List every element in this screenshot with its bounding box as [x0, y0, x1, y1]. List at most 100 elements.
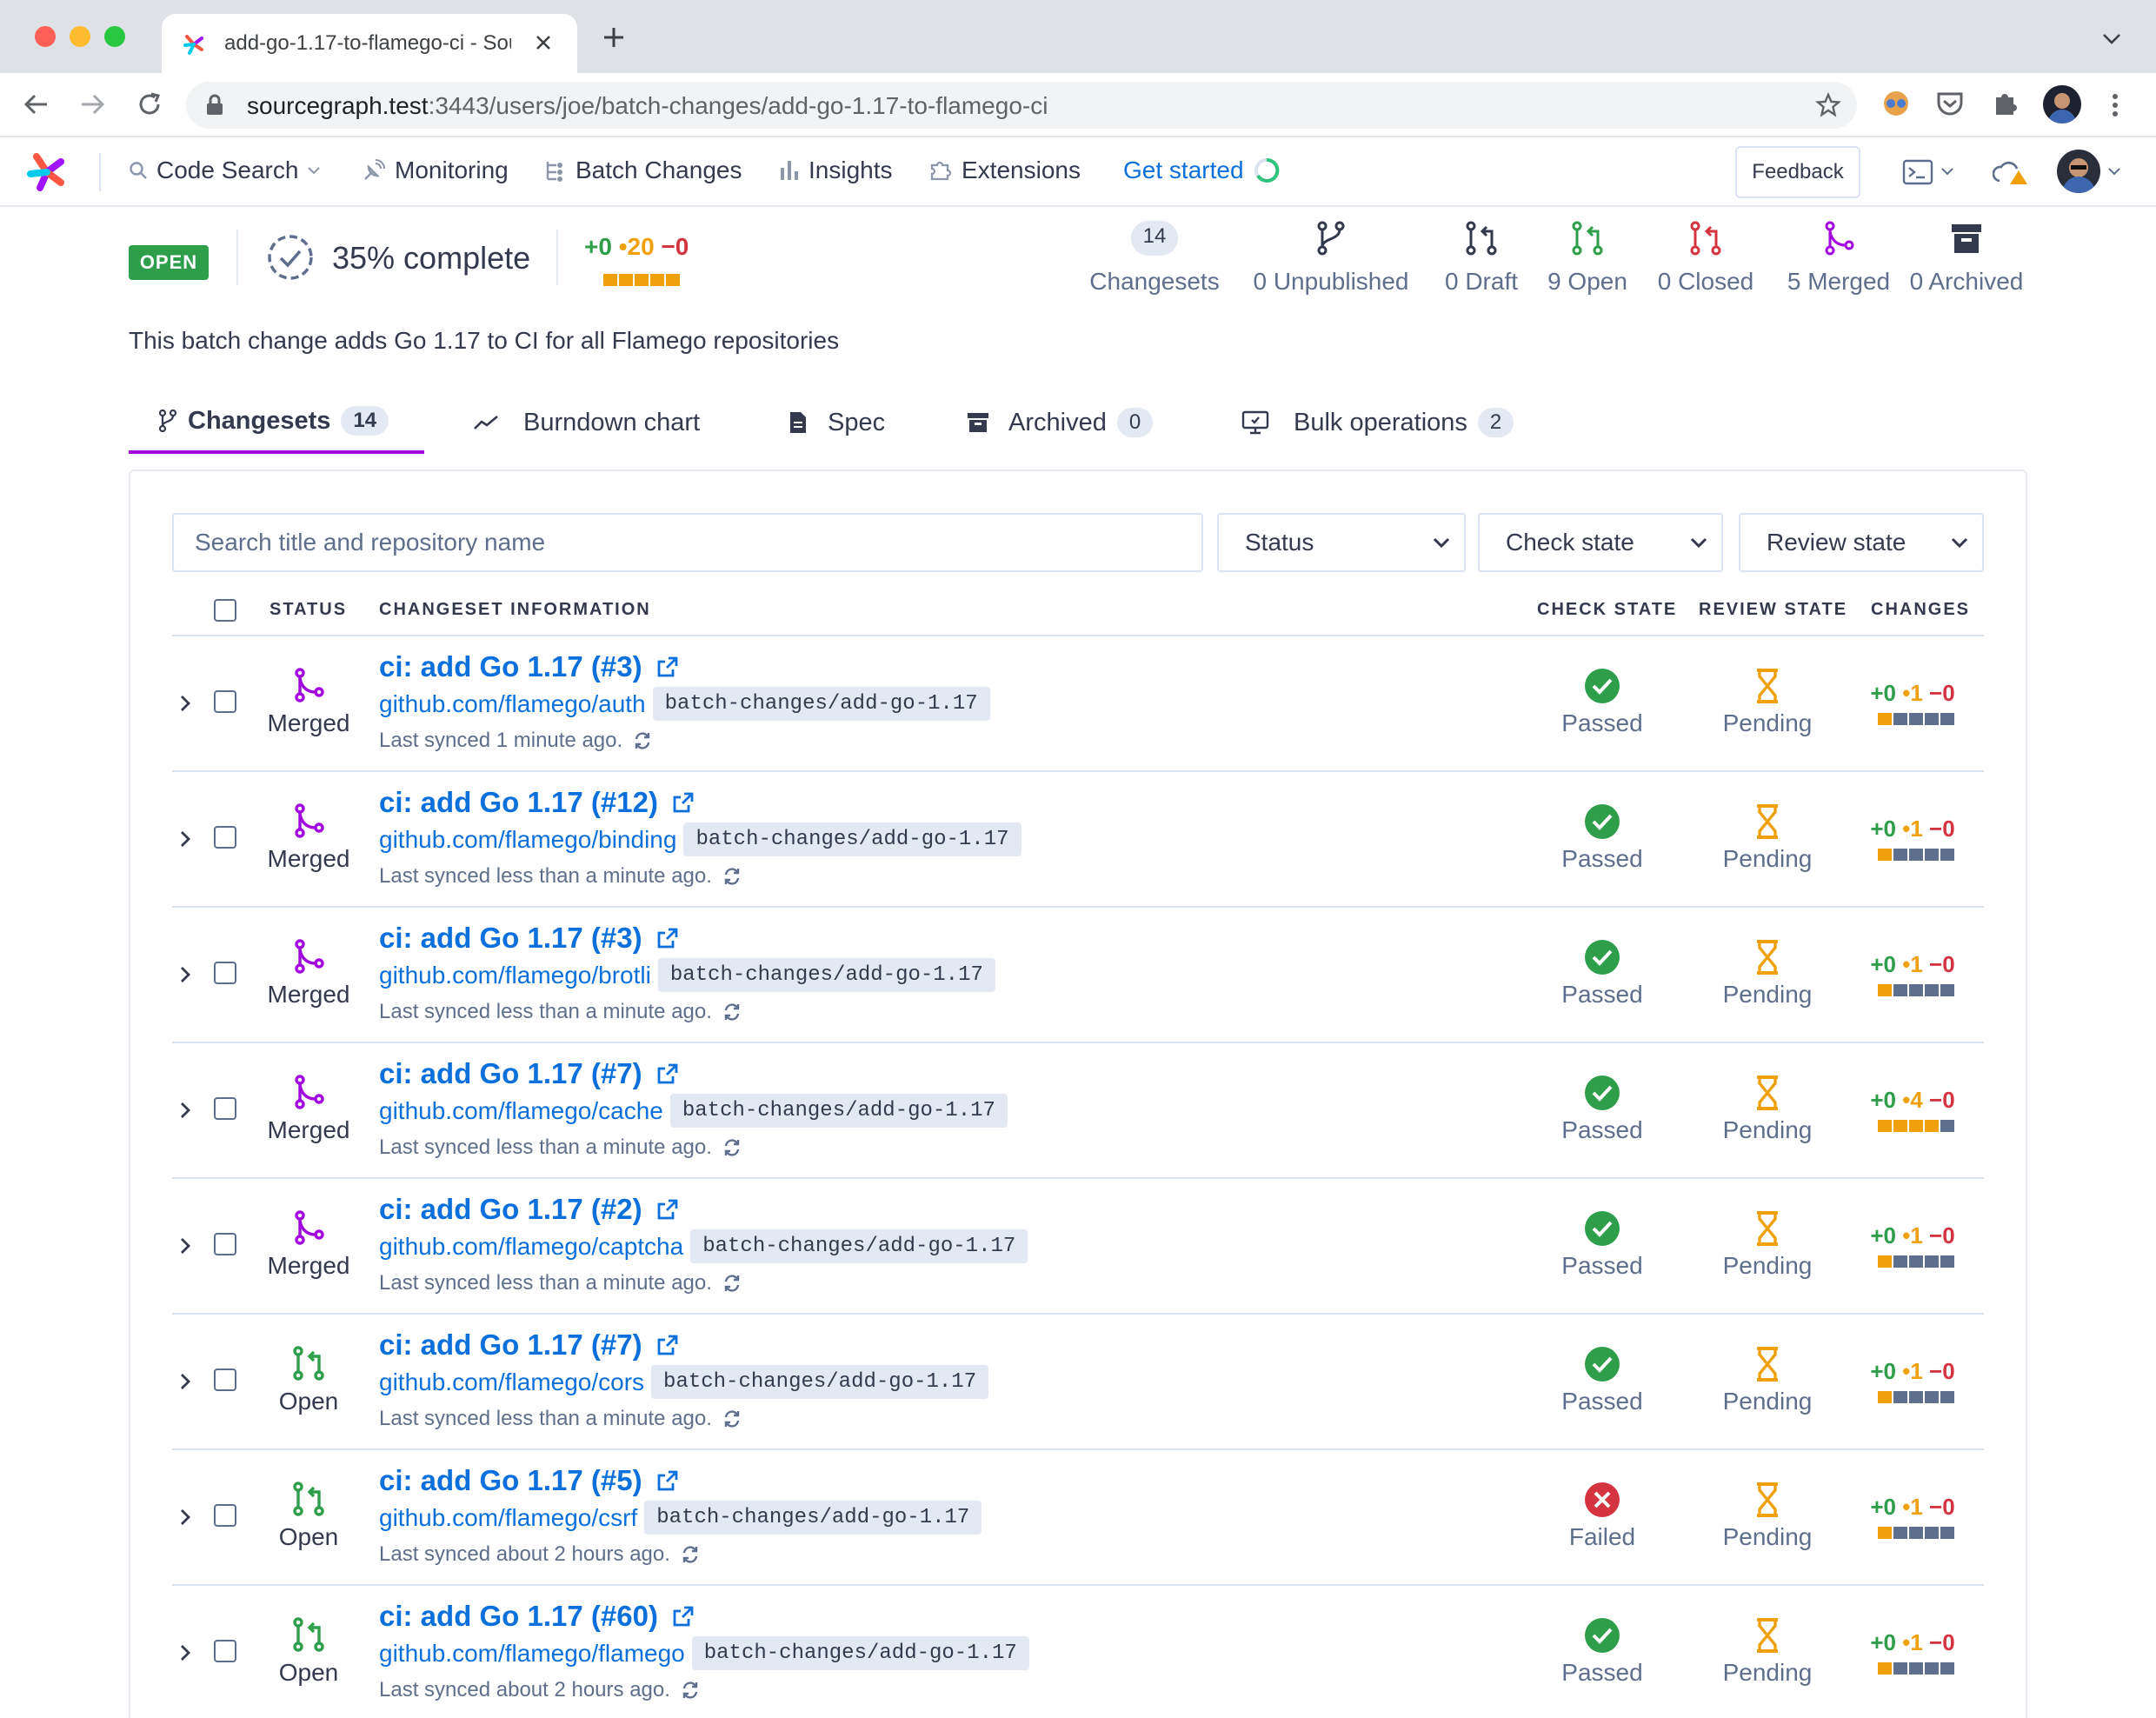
nav-extensions[interactable]: Extensions: [928, 156, 1081, 184]
close-icon[interactable]: [534, 33, 553, 52]
chevron-right-icon[interactable]: [179, 1508, 191, 1527]
window-maximize-dot[interactable]: [104, 26, 125, 47]
tab-archived-count: 0: [1116, 408, 1154, 437]
chevron-right-icon[interactable]: [179, 1236, 191, 1255]
branch-badge: batch-changes/add-go-1.17: [691, 1636, 1029, 1670]
select-all-checkbox[interactable]: [214, 599, 236, 622]
sync-icon[interactable]: [681, 1545, 700, 1564]
sync-icon[interactable]: [722, 1409, 742, 1428]
external-link-icon[interactable]: [672, 1605, 695, 1628]
changeset-title-link[interactable]: ci: add Go 1.17 (#12): [379, 786, 658, 819]
sourcegraph-logo-icon[interactable]: [26, 151, 68, 193]
puzzle-extensions-icon[interactable]: [1991, 89, 2020, 118]
tab-burndown-chart[interactable]: Burndown chart: [473, 391, 700, 454]
window-minimize-dot[interactable]: [70, 26, 90, 47]
nav-insights[interactable]: Insights: [779, 156, 893, 184]
row-checkbox[interactable]: [214, 690, 236, 713]
tab-archived[interactable]: Archived 0: [967, 391, 1154, 454]
sync-icon[interactable]: [633, 731, 652, 750]
row-checkbox[interactable]: [214, 1233, 236, 1255]
address-bar[interactable]: sourcegraph.test:3443/users/joe/batch-ch…: [186, 82, 1857, 129]
sync-icon[interactable]: [722, 867, 742, 886]
sync-icon[interactable]: [681, 1681, 700, 1700]
reload-icon[interactable]: [136, 90, 163, 118]
changeset-title-link[interactable]: ci: add Go 1.17 (#60): [379, 1600, 658, 1633]
chevron-right-icon[interactable]: [179, 965, 191, 984]
external-link-icon[interactable]: [656, 1334, 679, 1356]
row-checkbox[interactable]: [214, 1368, 236, 1391]
changeset-title-link[interactable]: ci: add Go 1.17 (#3): [379, 650, 642, 683]
browser-menu-kebab-icon[interactable]: [2111, 92, 2119, 118]
repository-link[interactable]: github.com/flamego/cors: [379, 1368, 644, 1396]
nav-batch-changes[interactable]: Batch Changes: [544, 156, 742, 184]
new-tab-plus-icon[interactable]: [602, 26, 625, 49]
external-link-icon[interactable]: [656, 1062, 679, 1085]
changeset-title-link[interactable]: ci: add Go 1.17 (#3): [379, 922, 642, 955]
repository-link[interactable]: github.com/flamego/binding: [379, 826, 676, 854]
row-checkbox[interactable]: [214, 1504, 236, 1527]
extension-glasses-icon[interactable]: [1881, 89, 1911, 118]
row-checkbox[interactable]: [214, 826, 236, 849]
row-checkbox[interactable]: [214, 1097, 236, 1120]
check-state-select[interactable]: Check state: [1478, 513, 1723, 572]
stat-unpublished: 0 Unpublished: [1248, 221, 1414, 296]
diff-bar: [1878, 1391, 1954, 1403]
external-link-icon[interactable]: [656, 927, 679, 949]
user-avatar[interactable]: [2057, 150, 2100, 193]
repository-link[interactable]: github.com/flamego/brotli: [379, 962, 651, 989]
chevron-down-icon[interactable]: [2102, 33, 2121, 45]
changeset-title-link[interactable]: ci: add Go 1.17 (#7): [379, 1057, 642, 1090]
external-link-icon[interactable]: [672, 791, 695, 814]
external-link-icon[interactable]: [656, 1469, 679, 1492]
browser-tab[interactable]: add-go-1.17-to-flamego-ci - Sourcegraph: [162, 14, 577, 73]
cloud-warning-icon[interactable]: [1993, 158, 2031, 186]
diff-bar-segment: [1893, 713, 1907, 725]
back-arrow-icon[interactable]: [23, 90, 50, 118]
repository-link[interactable]: github.com/flamego/cache: [379, 1097, 663, 1125]
chevron-right-icon[interactable]: [179, 694, 191, 713]
tab-changesets[interactable]: Changesets 14: [129, 391, 424, 454]
chevron-right-icon[interactable]: [179, 1643, 191, 1662]
nav-insights-label: Insights: [808, 156, 893, 183]
search-input[interactable]: [172, 513, 1203, 572]
diff-changed: •1: [1902, 816, 1923, 842]
tab-spec[interactable]: Spec: [788, 391, 885, 454]
chevron-down-icon[interactable]: [1940, 167, 1954, 176]
repository-link[interactable]: github.com/flamego/csrf: [379, 1504, 637, 1532]
git-branch-icon: [1317, 221, 1345, 256]
chevron-right-icon[interactable]: [179, 1372, 191, 1391]
sync-icon[interactable]: [722, 1138, 742, 1157]
nav-code-search-label: Code Search: [156, 156, 299, 183]
tab-bulk-operations[interactable]: Bulk operations 2: [1241, 391, 1514, 454]
forward-arrow-icon[interactable]: [78, 90, 106, 118]
sync-icon[interactable]: [722, 1002, 742, 1022]
feedback-button[interactable]: Feedback: [1735, 146, 1860, 198]
repository-link[interactable]: github.com/flamego/auth: [379, 690, 646, 718]
changeset-title-link[interactable]: ci: add Go 1.17 (#7): [379, 1328, 642, 1362]
status-select-value: Status: [1245, 529, 1314, 556]
pocket-icon[interactable]: [1935, 89, 1965, 118]
row-checkbox[interactable]: [214, 1640, 236, 1662]
status-select[interactable]: Status: [1217, 513, 1466, 572]
changeset-title-link[interactable]: ci: add Go 1.17 (#2): [379, 1193, 642, 1226]
chevron-right-icon[interactable]: [179, 829, 191, 849]
diff-bar-segment: [1940, 1527, 1954, 1539]
sync-icon[interactable]: [722, 1274, 742, 1293]
nav-get-started[interactable]: Get started: [1123, 156, 1281, 184]
external-link-icon[interactable]: [656, 1198, 679, 1221]
nav-code-search[interactable]: Code Search: [129, 156, 321, 184]
chevron-right-icon[interactable]: [179, 1101, 191, 1120]
window-close-dot[interactable]: [35, 26, 56, 47]
review-state-select[interactable]: Review state: [1739, 513, 1984, 572]
external-link-icon[interactable]: [656, 656, 679, 678]
repository-link[interactable]: github.com/flamego/flamego: [379, 1640, 685, 1668]
chevron-down-icon[interactable]: [2107, 167, 2121, 176]
browser-profile-avatar[interactable]: [2043, 85, 2081, 123]
nav-monitoring[interactable]: Monitoring: [362, 156, 509, 184]
diff-deleted: −0: [1929, 1629, 1955, 1655]
row-checkbox[interactable]: [214, 962, 236, 984]
changeset-title-link[interactable]: ci: add Go 1.17 (#5): [379, 1464, 642, 1497]
repository-link[interactable]: github.com/flamego/captcha: [379, 1233, 683, 1261]
bookmark-star-icon[interactable]: [1815, 92, 1841, 118]
terminal-icon[interactable]: [1902, 158, 1933, 186]
